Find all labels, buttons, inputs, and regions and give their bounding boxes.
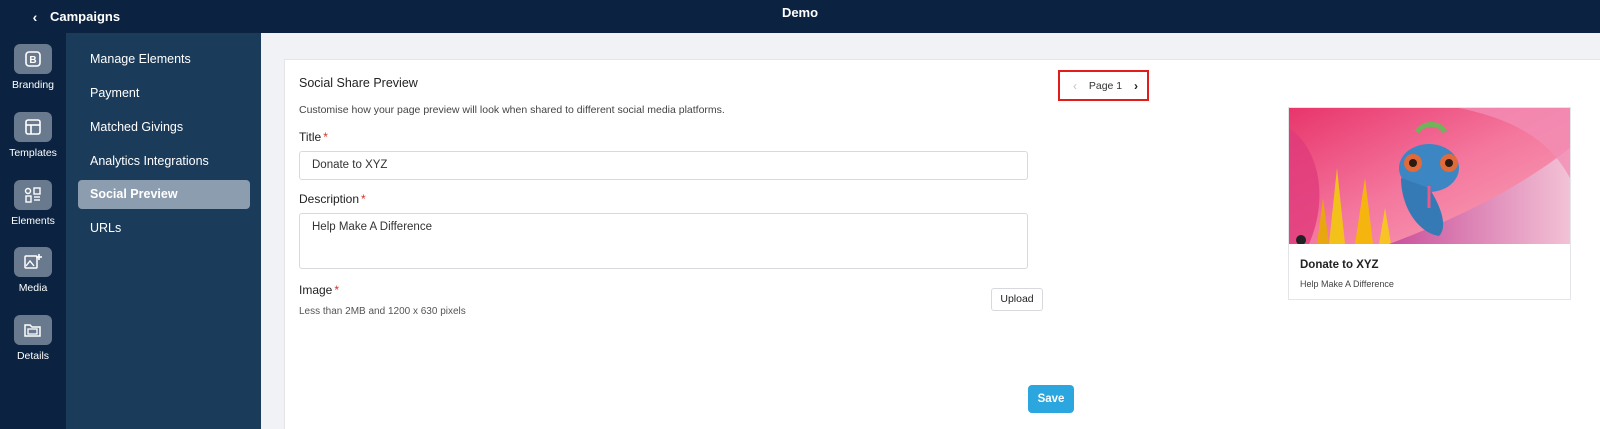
- page-title: Demo: [781, 5, 819, 20]
- rail-item-media[interactable]: Media: [0, 247, 66, 294]
- rail-item-branding[interactable]: B Branding: [0, 44, 66, 91]
- image-hint: Less than 2MB and 1200 x 630 pixels: [299, 306, 466, 317]
- sidebar: Manage Elements Payment Matched Givings …: [66, 33, 261, 429]
- social-preview-card: Donate to XYZ Help Make A Difference: [1288, 107, 1571, 300]
- image-label: Image *: [299, 283, 339, 297]
- chevron-left-icon[interactable]: ‹: [1070, 79, 1080, 93]
- image-label-text: Image: [299, 283, 333, 297]
- section-description: Customise how your page preview will loo…: [299, 104, 725, 116]
- sidebar-item-social-preview[interactable]: Social Preview: [78, 180, 250, 209]
- rail-label: Media: [18, 282, 48, 294]
- rail-label: Details: [16, 350, 50, 362]
- description-label-text: Description: [299, 192, 360, 206]
- top-bar: ‹ Campaigns Demo: [0, 0, 1600, 33]
- branding-icon: B: [14, 44, 52, 74]
- media-icon: [14, 247, 52, 277]
- required-marker: *: [334, 283, 340, 297]
- sidebar-item-payment[interactable]: Payment: [78, 79, 250, 108]
- description-label: Description *: [299, 192, 366, 206]
- rail-label: Templates: [9, 147, 57, 159]
- preview-description: Help Make A Difference: [1300, 279, 1394, 289]
- rail-item-elements[interactable]: Elements: [0, 180, 66, 227]
- save-button[interactable]: Save: [1028, 385, 1074, 413]
- title-label: Title *: [299, 130, 328, 144]
- preview-title: Donate to XYZ: [1300, 259, 1379, 271]
- icon-rail: B Branding Templates Elements Media Deta…: [0, 33, 66, 429]
- details-icon: [14, 315, 52, 345]
- rail-label: Branding: [11, 79, 55, 91]
- templates-icon: [14, 112, 52, 142]
- social-share-card: Social Share Preview Customise how your …: [284, 59, 1600, 429]
- title-label-text: Title: [299, 130, 322, 144]
- elements-icon: [14, 180, 52, 210]
- rail-item-templates[interactable]: Templates: [0, 112, 66, 159]
- sidebar-item-manage-elements[interactable]: Manage Elements: [78, 45, 250, 74]
- required-marker: *: [323, 130, 328, 144]
- rail-label: Elements: [11, 215, 55, 227]
- pager-label: Page 1: [1088, 79, 1123, 92]
- rail-item-details[interactable]: Details: [0, 315, 66, 362]
- preview-image: [1289, 108, 1570, 244]
- section-title: Social Share Preview: [299, 76, 418, 90]
- sidebar-item-urls[interactable]: URLs: [78, 214, 250, 243]
- required-marker: *: [361, 192, 366, 206]
- page-pager: ‹ Page 1 ›: [1058, 70, 1149, 101]
- sidebar-item-matched-givings[interactable]: Matched Givings: [78, 113, 250, 142]
- chevron-right-icon[interactable]: ›: [1131, 79, 1141, 93]
- svg-text:B: B: [29, 55, 36, 66]
- sidebar-item-analytics-integrations[interactable]: Analytics Integrations: [78, 147, 250, 176]
- title-input[interactable]: Donate to XYZ: [299, 151, 1028, 180]
- upload-button[interactable]: Upload: [991, 288, 1043, 311]
- description-textarea[interactable]: Help Make A Difference: [299, 213, 1028, 269]
